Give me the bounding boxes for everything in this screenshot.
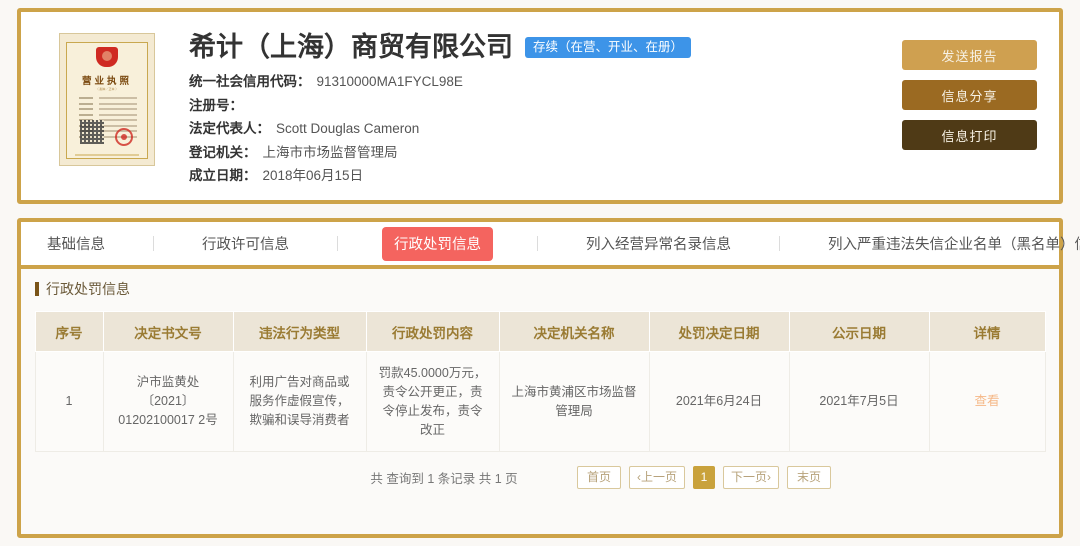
tab-divider: [537, 236, 538, 251]
info-row-registration-authority: 登记机关： 上海市市场监督管理局: [189, 141, 691, 165]
col-authority: 决定机关名称: [498, 311, 650, 352]
table-footer: 共 查询到 1 条记录 共 1 页 首页 ‹上一页 1 下一页› 末页: [21, 460, 1059, 494]
official-seal-icon: [115, 128, 133, 146]
share-info-button[interactable]: 信息分享: [902, 80, 1037, 110]
page-root: 营业执照 （ 副本／正本 ） 希计（上海）商贸有限公司 存续（在营、开业、在册）: [0, 0, 1080, 546]
license-title: 营业执照: [81, 76, 132, 87]
table-row: 1 沪市监黄处〔2021〕01202100017 2号 利用广告对商品或服务作虚…: [34, 351, 1046, 452]
qr-code-icon: [80, 120, 104, 144]
value-establish-date: 2018年06月15日: [262, 168, 364, 183]
tab-bar: 基础信息 行政许可信息 行政处罚信息 列入经营异常名录信息 列入严重违法失信企业…: [21, 222, 1080, 269]
page-next-button[interactable]: 下一页›: [723, 465, 779, 489]
cell-penalty-content: 罚款45.0000万元，责令公开更正，责令停止发布，责令改正: [365, 351, 500, 452]
cell-decision-date: 2021年6月24日: [648, 351, 790, 452]
print-info-button[interactable]: 信息打印: [902, 120, 1037, 150]
company-name: 希计（上海）商贸有限公司: [189, 32, 513, 62]
section-marker-icon: [35, 282, 39, 296]
status-badge: 存续（在营、开业、在册）: [525, 36, 692, 58]
pagination-control: 首页 ‹上一页 1 下一页› 末页: [577, 465, 831, 489]
label-registration-no: 注册号：: [189, 97, 243, 113]
cell-publish-date: 2021年7月5日: [788, 351, 930, 452]
tab-administrative-penalty[interactable]: 行政处罚信息: [382, 226, 493, 261]
penalty-table: 序号 决定书文号 违法行为类型 行政处罚内容 决定机关名称 处罚决定日期 公示日…: [34, 311, 1046, 452]
record-summary: 共 查询到 1 条记录 共 1 页: [370, 471, 518, 486]
view-detail-link[interactable]: 查看: [974, 394, 999, 408]
page-last-button[interactable]: 末页: [787, 465, 831, 489]
tab-abnormal-operation-list[interactable]: 列入经营异常名录信息: [582, 233, 735, 254]
national-emblem-icon: [96, 47, 118, 67]
label-registration-authority: 登记机关：: [189, 144, 257, 160]
col-detail: 详情: [928, 311, 1046, 352]
tab-divider: [337, 236, 338, 251]
info-row-registration-no: 注册号：: [189, 94, 691, 118]
col-penalty-content: 行政处罚内容: [365, 311, 500, 352]
col-document-no: 决定书文号: [102, 311, 234, 352]
page-first-button[interactable]: 首页: [577, 465, 621, 489]
info-row-legal-representative: 法定代表人： Scott Douglas Cameron: [189, 117, 691, 141]
table-header-row: 序号 决定书文号 违法行为类型 行政处罚内容 决定机关名称 处罚决定日期 公示日…: [34, 311, 1046, 352]
cell-index: 1: [34, 351, 104, 452]
send-report-button[interactable]: 发送报告: [902, 40, 1037, 70]
cell-detail: 查看: [928, 351, 1046, 452]
cell-authority: 上海市黄浦区市场监督管理局: [498, 351, 650, 452]
value-legal-representative: Scott Douglas Cameron: [276, 121, 420, 136]
tab-basic-info[interactable]: 基础信息: [43, 233, 109, 254]
col-publish-date: 公示日期: [788, 311, 930, 352]
tab-administrative-license[interactable]: 行政许可信息: [198, 233, 293, 254]
info-row-establish-date: 成立日期： 2018年06月15日: [189, 164, 691, 188]
company-header-card: 营业执照 （ 副本／正本 ） 希计（上海）商贸有限公司 存续（在营、开业、在册）: [17, 8, 1063, 204]
label-credit-code: 统一社会信用代码：: [189, 74, 311, 89]
content-card: 基础信息 行政许可信息 行政处罚信息 列入经营异常名录信息 列入严重违法失信企业…: [17, 218, 1080, 538]
license-frame: 营业执照 （ 副本／正本 ）: [66, 42, 148, 159]
col-decision-date: 处罚决定日期: [648, 311, 790, 352]
value-registration-authority: 上海市市场监督管理局: [262, 144, 398, 160]
license-subtitle: （ 副本／正本 ）: [95, 87, 119, 91]
label-establish-date: 成立日期：: [189, 168, 257, 183]
label-legal-representative: 法定代表人：: [189, 121, 270, 136]
page-prev-button[interactable]: ‹上一页: [629, 465, 685, 489]
info-row-credit-code: 统一社会信用代码： 91310000MA1FYCL98E: [189, 70, 691, 94]
tab-divider: [779, 236, 780, 251]
license-footer-rule: [75, 154, 139, 156]
page-number-1[interactable]: 1: [693, 465, 715, 489]
business-license-thumbnail[interactable]: 营业执照 （ 副本／正本 ）: [59, 33, 155, 166]
section-title: 行政处罚信息: [21, 269, 1059, 307]
action-button-group: 发送报告 信息分享 信息打印: [902, 40, 1037, 150]
tab-serious-violation-blacklist[interactable]: 列入严重违法失信企业名单（黑名单）信息: [824, 233, 1080, 254]
tab-divider: [153, 236, 154, 251]
cell-document-no: 沪市监黄处〔2021〕01202100017 2号: [102, 351, 234, 452]
col-violation-type: 违法行为类型: [232, 311, 367, 352]
company-info-block: 希计（上海）商贸有限公司 存续（在营、开业、在册） 统一社会信用代码： 91310…: [189, 30, 692, 188]
value-credit-code: 91310000MA1FYCL98E: [316, 74, 463, 89]
company-title-row: 希计（上海）商贸有限公司 存续（在营、开业、在册）: [189, 30, 692, 64]
col-index: 序号: [34, 311, 104, 352]
cell-violation-type: 利用广告对商品或服务作虚假宣传，欺骗和误导消费者: [232, 351, 367, 452]
section-title-text: 行政处罚信息: [46, 281, 130, 297]
penalty-panel: 行政处罚信息 序号 决定书文号 违法行为类型 行政处罚内容 决定机关名称 处罚决…: [21, 269, 1059, 534]
